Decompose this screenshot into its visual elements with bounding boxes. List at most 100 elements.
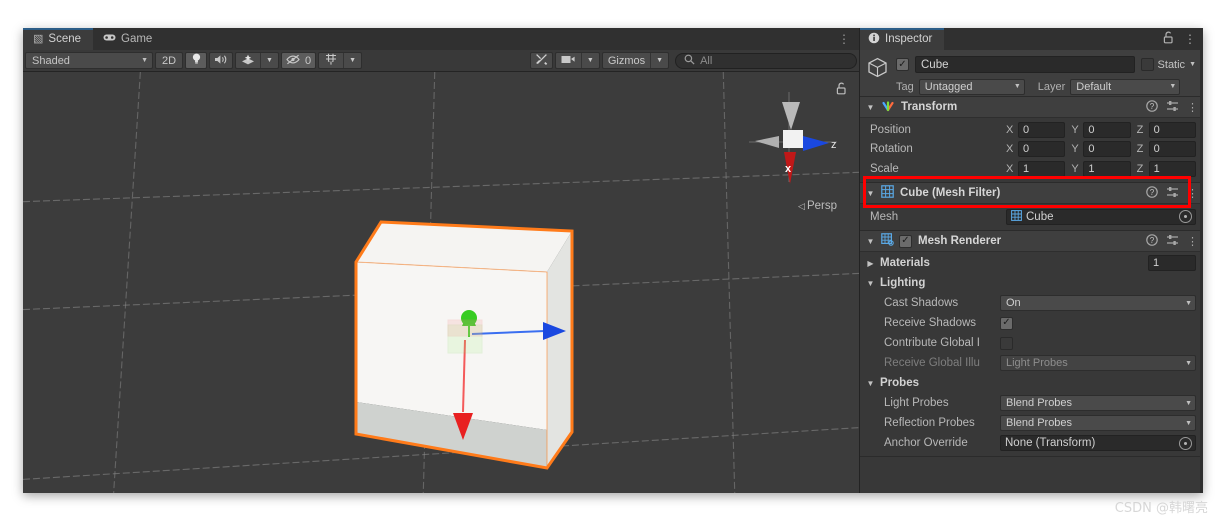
object-picker-icon[interactable] bbox=[1179, 436, 1192, 450]
receive-shadows-checkbox[interactable]: ✓ bbox=[1000, 316, 1013, 330]
probes-section-header[interactable]: ▼ Probes bbox=[860, 373, 1203, 393]
foldout-arrow-icon[interactable]: ▼ bbox=[866, 237, 875, 246]
scene-search-input[interactable]: All bbox=[675, 52, 857, 69]
help-icon[interactable]: ? bbox=[1146, 185, 1158, 201]
cast-shadows-dropdown[interactable]: On ▼ bbox=[1000, 295, 1196, 311]
mesh-renderer-enabled-checkbox[interactable]: ✓ bbox=[899, 234, 912, 248]
object-name-value: Cube bbox=[921, 58, 949, 71]
foldout-arrow-icon[interactable]: ▼ bbox=[866, 379, 875, 388]
draw-mode-dropdown[interactable]: Shaded ▼ bbox=[25, 52, 153, 69]
inspector-tab-label: Inspector bbox=[885, 33, 933, 45]
inspector-scrollbar[interactable] bbox=[1200, 50, 1203, 493]
component-mesh-filter: ▼ Cube (Mesh Filter) ? ⋮ Mesh Cube bbox=[860, 183, 1203, 231]
static-checkbox[interactable] bbox=[1140, 58, 1154, 71]
rotation-label: Rotation bbox=[870, 142, 913, 155]
projection-mode-label[interactable]: ◁ Persp bbox=[798, 200, 837, 212]
hidden-objects-toggle[interactable]: 0 bbox=[280, 52, 317, 69]
chevron-down-icon: ▼ bbox=[1013, 83, 1021, 90]
scene-fx-toggle[interactable] bbox=[236, 53, 260, 68]
light-probes-dropdown[interactable]: Blend Probes ▼ bbox=[1000, 395, 1196, 411]
scene-camera-button[interactable] bbox=[556, 53, 581, 68]
search-icon bbox=[684, 54, 695, 68]
mesh-label: Mesh bbox=[870, 210, 899, 223]
rotation-x-field[interactable]: X0 bbox=[1006, 140, 1066, 157]
scene-overflow-menu-icon[interactable]: ⋮ bbox=[829, 28, 859, 50]
chevron-down-icon[interactable]: ▼ bbox=[1189, 61, 1196, 68]
svg-text:y: y bbox=[330, 61, 333, 65]
anchor-override-field[interactable]: None (Transform) bbox=[1000, 435, 1196, 451]
scale-x-field[interactable]: X1 bbox=[1006, 160, 1066, 177]
reflection-probes-row: Reflection Probes Blend Probes ▼ bbox=[860, 413, 1203, 433]
tag-dropdown[interactable]: Untagged ▼ bbox=[918, 78, 1025, 95]
transform-kebab-icon[interactable]: ⋮ bbox=[1187, 101, 1198, 114]
scene-fx-dropdown[interactable]: ▼ bbox=[260, 53, 278, 68]
scene-fx-group: ▼ bbox=[235, 52, 279, 69]
cast-shadows-row: Cast Shadows On ▼ bbox=[860, 293, 1203, 313]
scene-camera-dropdown[interactable]: ▼ bbox=[580, 53, 599, 68]
position-x-field[interactable]: X0 bbox=[1006, 121, 1066, 138]
scene-audio-toggle[interactable] bbox=[209, 52, 233, 69]
lighting-section-header[interactable]: ▼ Lighting bbox=[860, 273, 1203, 293]
tab-scene[interactable]: ▧ Scene bbox=[23, 28, 94, 50]
contribute-gi-checkbox[interactable] bbox=[1000, 336, 1013, 350]
position-z-field[interactable]: Z0 bbox=[1137, 121, 1196, 138]
position-y-field[interactable]: Y0 bbox=[1071, 121, 1131, 138]
scale-y-field[interactable]: Y1 bbox=[1071, 160, 1131, 177]
foldout-arrow-icon[interactable]: ▼ bbox=[866, 189, 875, 198]
gizmos-dropdown[interactable]: ▼ bbox=[650, 53, 668, 68]
help-icon[interactable]: ? bbox=[1146, 99, 1158, 115]
object-picker-icon[interactable] bbox=[1179, 210, 1192, 223]
preset-icon[interactable] bbox=[1166, 100, 1179, 115]
chevron-down-icon: ▼ bbox=[266, 57, 273, 64]
mesh-renderer-header[interactable]: ▼ ✓ Mesh Renderer ? ⋮ bbox=[860, 231, 1203, 252]
grid-dropdown[interactable]: ▼ bbox=[343, 53, 361, 68]
scene-viewport[interactable]: z x ◁ Persp bbox=[23, 72, 859, 493]
toggle-2d-button[interactable]: 2D bbox=[155, 52, 183, 69]
axis-y-label: Y bbox=[1071, 162, 1079, 175]
grid-visibility-toggle[interactable]: y bbox=[319, 53, 343, 68]
lightbulb-icon bbox=[192, 53, 201, 68]
materials-count-value[interactable]: 1 bbox=[1148, 255, 1196, 271]
gizmos-button[interactable]: Gizmos bbox=[603, 53, 650, 68]
component-mesh-renderer: ▼ ✓ Mesh Renderer ? ⋮ ▶ Materials 1 ▼ Li… bbox=[860, 231, 1203, 457]
help-icon[interactable]: ? bbox=[1146, 233, 1158, 249]
mesh-filter-header[interactable]: ▼ Cube (Mesh Filter) ? ⋮ bbox=[860, 183, 1203, 204]
tab-game[interactable]: Game bbox=[93, 28, 164, 50]
materials-row[interactable]: ▶ Materials 1 bbox=[860, 253, 1203, 273]
rotation-z-field[interactable]: Z0 bbox=[1137, 140, 1196, 157]
reflection-probes-dropdown[interactable]: Blend Probes ▼ bbox=[1000, 415, 1196, 431]
camera-icon bbox=[561, 55, 576, 67]
mesh-value: Cube bbox=[1026, 210, 1054, 223]
layer-dropdown[interactable]: Default ▼ bbox=[1070, 78, 1181, 95]
chevron-down-icon: ▼ bbox=[586, 57, 594, 64]
foldout-arrow-right-icon[interactable]: ▶ bbox=[866, 259, 875, 268]
chevron-down-icon: ▼ bbox=[1169, 83, 1177, 90]
triangle-left-icon: ◁ bbox=[798, 201, 805, 211]
position-y-value: 0 bbox=[1083, 121, 1131, 138]
mesh-object-field[interactable]: Cube bbox=[1006, 208, 1196, 225]
object-name-input[interactable]: Cube bbox=[915, 56, 1135, 73]
foldout-arrow-icon[interactable]: ▼ bbox=[866, 279, 875, 288]
chevron-down-icon: ▼ bbox=[1185, 359, 1192, 367]
preset-icon[interactable] bbox=[1166, 186, 1179, 201]
scene-view-axis-gizmo[interactable]: z x bbox=[745, 86, 841, 190]
transform-header[interactable]: ▼ Transform ? ⋮ bbox=[860, 97, 1203, 118]
scale-z-field[interactable]: Z1 bbox=[1136, 160, 1196, 177]
object-enabled-checkbox[interactable]: ✓ bbox=[896, 58, 909, 71]
mesh-filter-kebab-icon[interactable]: ⋮ bbox=[1187, 187, 1198, 200]
position-x-value: 0 bbox=[1018, 121, 1066, 138]
rotation-y-field[interactable]: Y0 bbox=[1071, 140, 1131, 157]
axis-z-label: Z bbox=[1136, 162, 1144, 175]
lock-open-icon[interactable] bbox=[1163, 31, 1174, 47]
scene-lighting-toggle[interactable] bbox=[185, 52, 207, 69]
foldout-arrow-icon[interactable]: ▼ bbox=[866, 103, 875, 112]
object-header: ✓ Cube Static ▼ Tag Untagged ▼ Layer Def… bbox=[860, 50, 1203, 97]
preset-icon[interactable] bbox=[1166, 234, 1179, 249]
mesh-renderer-kebab-icon[interactable]: ⋮ bbox=[1187, 235, 1198, 248]
scene-tools-button[interactable] bbox=[529, 52, 553, 69]
reflection-probes-value: Blend Probes bbox=[1006, 417, 1073, 429]
tab-inspector[interactable]: Inspector bbox=[860, 28, 945, 50]
scene-search-placeholder: All bbox=[700, 54, 713, 67]
inspector-menu-icon[interactable]: ⋮ bbox=[1184, 32, 1196, 46]
effects-icon bbox=[241, 54, 255, 68]
